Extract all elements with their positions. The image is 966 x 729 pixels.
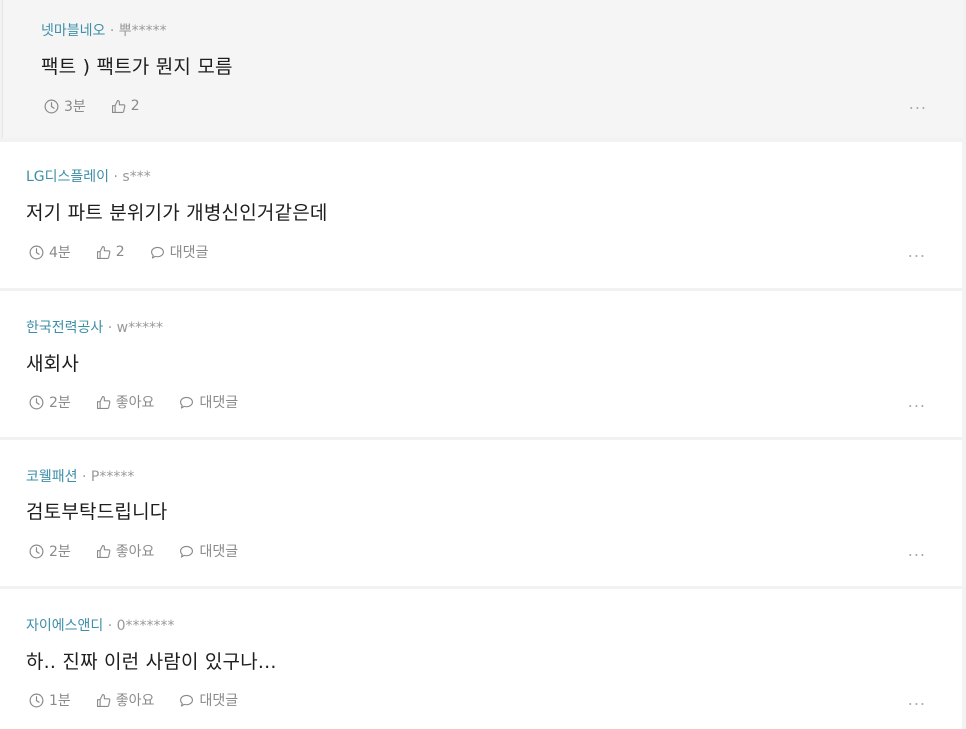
thumbs-up-icon [96,693,111,707]
company-name[interactable]: 넷마블네오 [41,23,105,39]
comment-text: 저기 파트 분위기가 개병신인거같은데 [26,202,328,224]
like-button[interactable]: 2 [95,244,125,261]
time-stamp: 2분 [28,392,71,412]
thumbs-up-icon [96,544,111,558]
speech-bubble-icon [180,396,194,409]
time-stamp: 2분 [28,541,71,561]
user-name: 뿌***** [118,23,167,39]
reply-button[interactable]: 대댓글 [178,690,238,710]
more-options-button[interactable]: ... [908,541,926,560]
user-name: P***** [90,469,135,485]
thumbs-up-icon [96,395,111,409]
clock-icon [44,99,59,113]
user-name: 0******* [116,618,175,634]
meta-separator: · [77,469,91,485]
comment-actions: 1분 좋아요 대댓글 [28,690,262,710]
clock-icon [29,693,44,707]
reply-button[interactable]: 대댓글 [178,392,238,412]
comment-actions: 4분 2 대댓글 [28,242,232,262]
time-stamp: 1분 [28,690,71,710]
thumbs-up-icon [96,245,111,259]
comment-actions: 2분 좋아요 대댓글 [28,541,262,561]
comment-meta: 한국전력공사 · w***** [26,317,163,337]
comment-actions: 3분 2 [43,96,164,116]
user-name: w***** [116,320,164,336]
time-stamp: 3분 [43,96,86,116]
comment-item: 넷마블네오 · 뿌***** 팩트 ) 팩트가 뭔지 모름 3분 2 ... [2,0,963,138]
comment-text: 새회사 [26,353,80,375]
company-name[interactable]: 한국전력공사 [26,320,103,336]
comment-item: LG디스플레이 · s*** 저기 파트 분위기가 개병신인거같은데 4분 2 … [0,142,962,288]
meta-separator: · [103,618,117,634]
comment-meta: 코웰패션 · P***** [26,466,134,486]
more-options-button[interactable]: ... [908,690,926,709]
like-button[interactable]: 2 [110,98,140,115]
company-name[interactable]: LG디스플레이 [26,169,109,185]
thumbs-up-icon [111,99,126,113]
company-name[interactable]: 코웰패션 [26,469,78,485]
comment-item: 한국전력공사 · w***** 새회사 2분 좋아요 대댓글 ... [0,291,962,437]
comment-item: 코웰패션 · P***** 검토부탁드립니다 2분 좋아요 대댓글 ... [0,440,962,586]
comment-actions: 2분 좋아요 대댓글 [28,392,262,412]
user-name: s*** [122,169,151,185]
comment-text: 팩트 ) 팩트가 뭔지 모름 [41,56,233,78]
like-button[interactable]: 좋아요 [95,690,154,710]
clock-icon [29,544,44,558]
comment-list: 넷마블네오 · 뿌***** 팩트 ) 팩트가 뭔지 모름 3분 2 ... L… [0,0,966,729]
clock-icon [29,245,44,259]
like-button[interactable]: 좋아요 [95,541,154,561]
comment-text: 하.. 진짜 이런 사람이 있구나... [26,651,277,673]
reply-button[interactable]: 대댓글 [149,242,208,262]
more-options-button[interactable]: ... [909,94,927,113]
meta-separator: · [109,169,123,185]
comment-text: 검토부탁드립니다 [26,501,168,523]
company-name[interactable]: 자이에스앤디 [26,618,103,634]
time-stamp: 4분 [28,242,71,262]
clock-icon [29,395,44,409]
speech-bubble-icon [150,246,164,259]
comment-meta: 넷마블네오 · 뿌***** [41,20,167,40]
comment-meta: LG디스플레이 · s*** [26,166,151,186]
more-options-button[interactable]: ... [908,392,926,411]
more-options-button[interactable]: ... [908,242,926,261]
like-button[interactable]: 좋아요 [95,392,154,412]
comment-meta: 자이에스앤디 · 0******* [26,615,175,635]
speech-bubble-icon [180,694,194,707]
meta-separator: · [103,320,117,336]
comment-item: 자이에스앤디 · 0******* 하.. 진짜 이런 사람이 있구나... 1… [0,589,962,729]
meta-separator: · [105,23,119,39]
speech-bubble-icon [180,545,194,558]
reply-button[interactable]: 대댓글 [178,541,238,561]
